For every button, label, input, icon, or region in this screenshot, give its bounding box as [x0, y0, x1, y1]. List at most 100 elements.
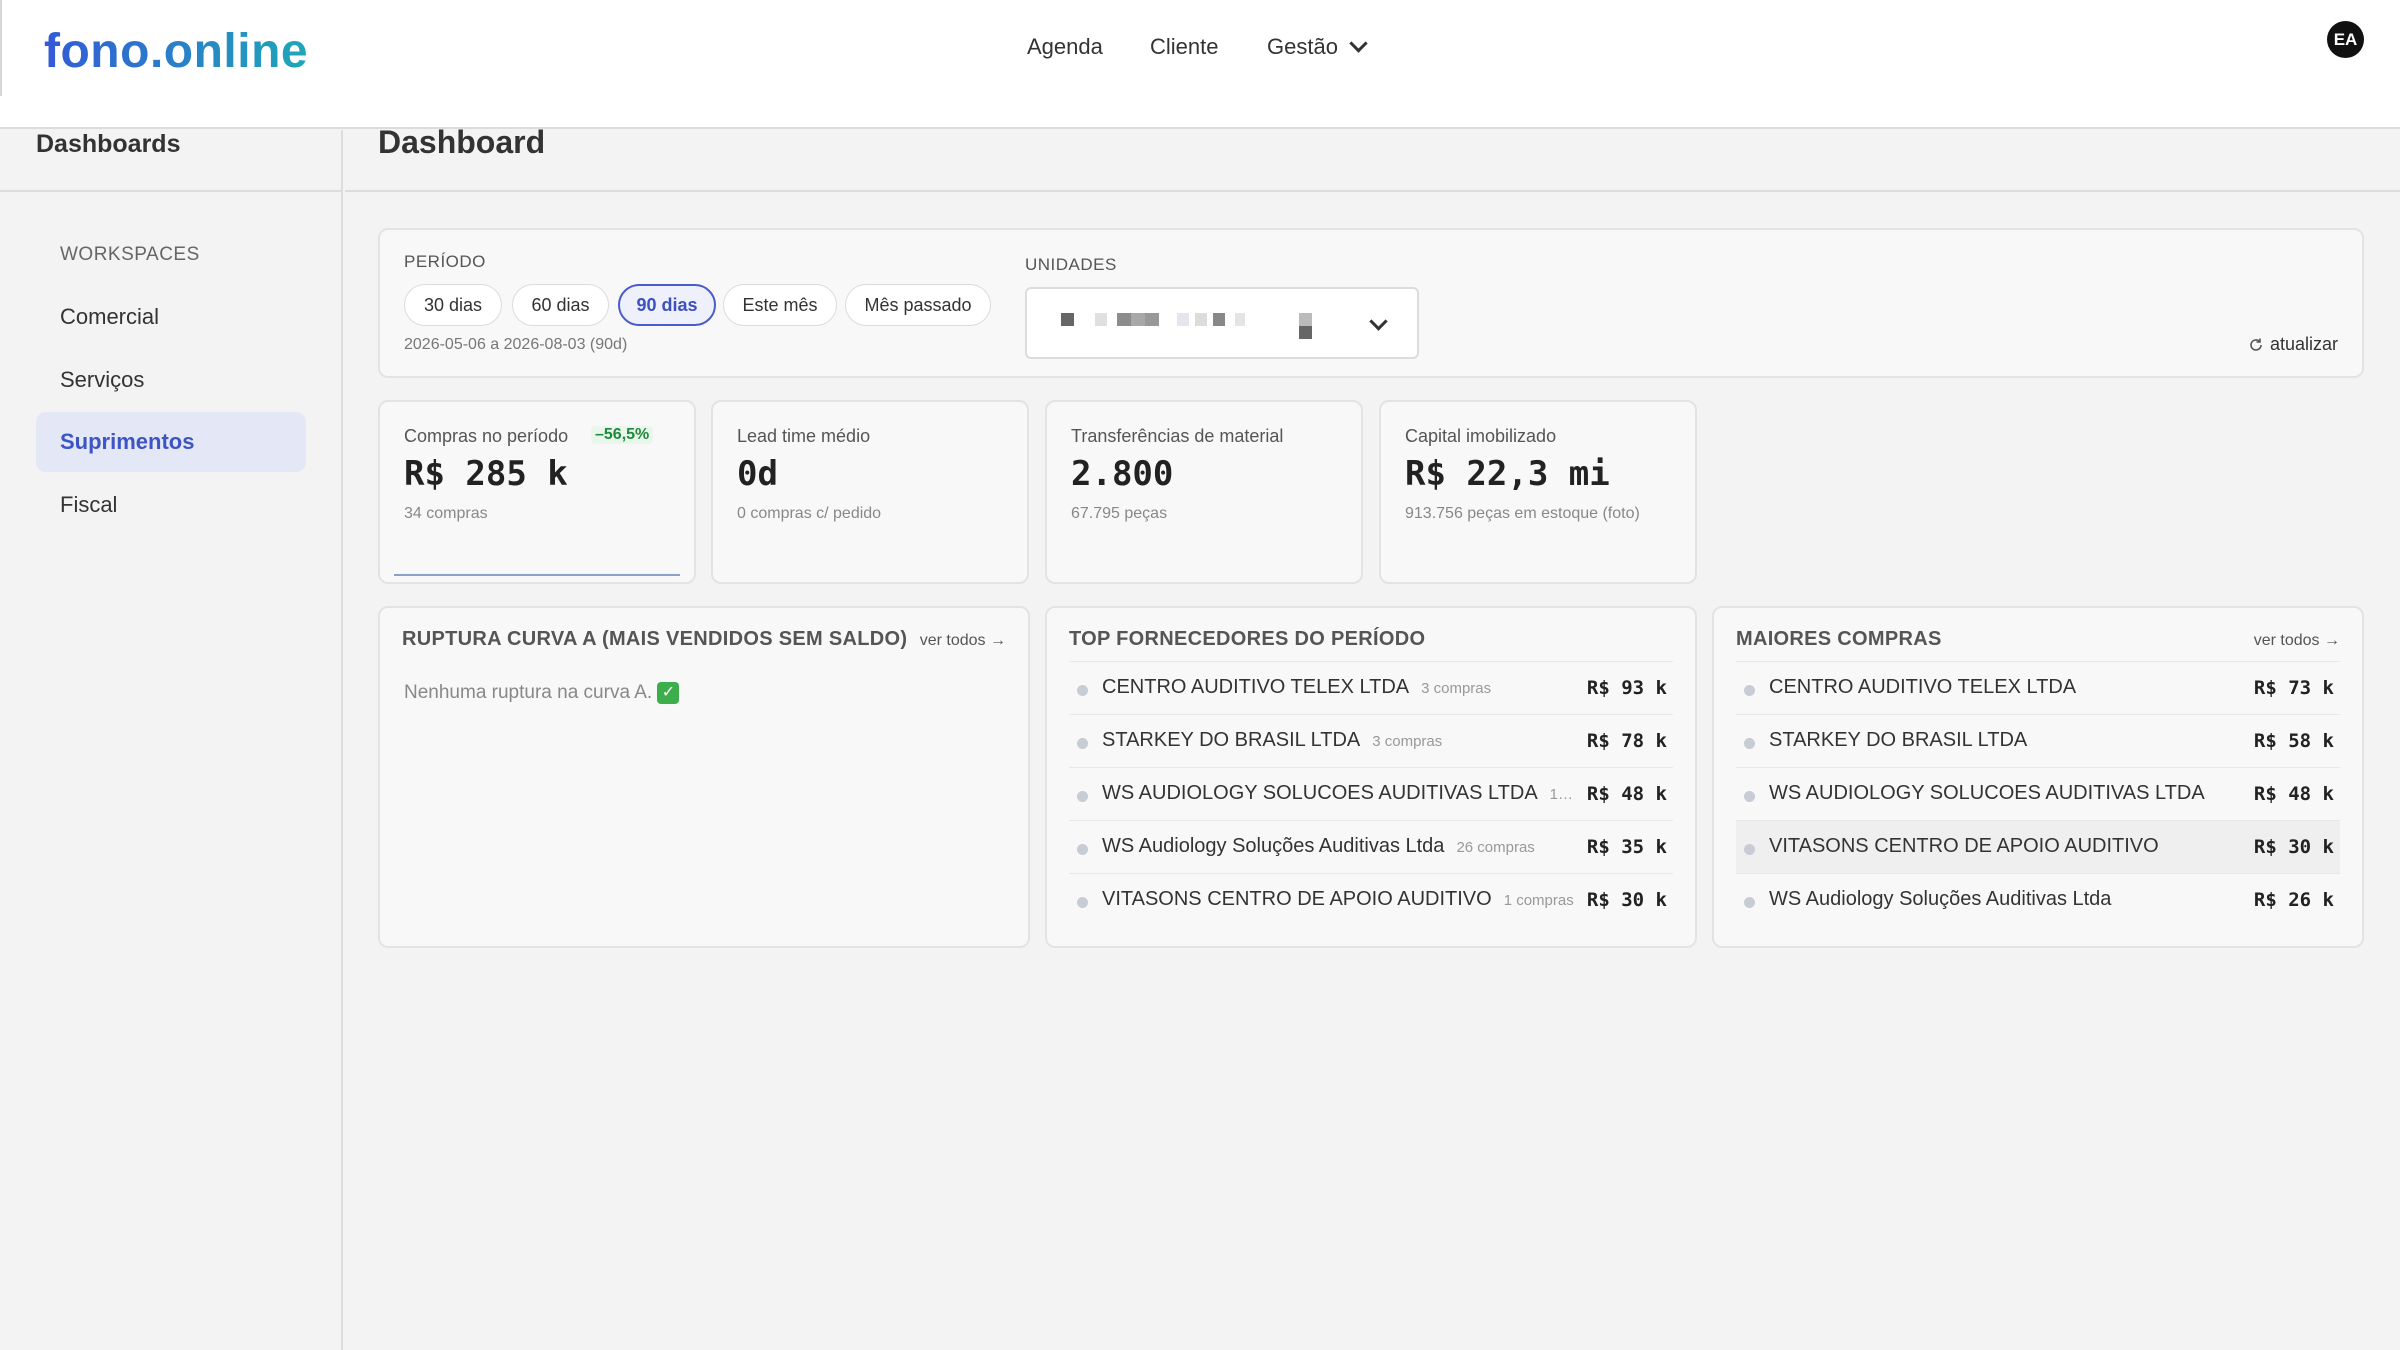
- top-fornecedores-title: TOP FORNECEDORES DO PERÍODO: [1069, 628, 1426, 650]
- supplier-meta: 3 compras: [1421, 680, 1492, 697]
- kpi-value: R$ 285 k: [404, 454, 568, 494]
- period-60-button[interactable]: 60 dias: [512, 284, 609, 326]
- purchase-amount: R$ 73 k: [2253, 677, 2334, 699]
- kpi-value: 2.800: [1071, 454, 1174, 494]
- list-item[interactable]: VITASONS CENTRO DE APOIO AUDITIVO R$ 30 …: [1736, 820, 2340, 873]
- sidebar-item-comercial[interactable]: Comercial: [36, 287, 306, 347]
- purchase-name: VITASONS CENTRO DE APOIO AUDITIVO: [1769, 835, 2159, 857]
- period-90-button[interactable]: 90 dias: [618, 284, 716, 326]
- sparkline: [394, 574, 680, 576]
- bullet-icon: [1077, 844, 1088, 855]
- kpi-label: Lead time médio: [737, 426, 871, 446]
- page-title: Dashboard: [378, 124, 546, 160]
- units-label: UNIDADES: [1025, 255, 1117, 274]
- bullet-icon: [1077, 685, 1088, 696]
- list-item[interactable]: CENTRO AUDITIVO TELEX LTDA R$ 73 k: [1736, 661, 2340, 714]
- ruptura-title: RUPTURA CURVA A (MAIS VENDIDOS SEM SALDO…: [402, 628, 908, 650]
- chevron-down-icon: [1349, 33, 1368, 53]
- bullet-icon: [1077, 897, 1088, 908]
- empty-message-text: Nenhuma ruptura na curva A.: [404, 682, 653, 704]
- list-item[interactable]: VITASONS CENTRO DE APOIO AUDITIVO 1 compr…: [1069, 873, 1673, 926]
- supplier-meta: 26 compras: [1456, 839, 1535, 856]
- header-divider: [0, 0, 2, 96]
- maiores-compras-ver-todos-link[interactable]: ver todos →: [2254, 632, 2340, 650]
- workspaces-label: WORKSPACES: [60, 244, 200, 265]
- maiores-compras-panel: MAIORES COMPRAS ver todos → CENTRO AUDIT…: [1712, 606, 2364, 948]
- supplier-name: VITASONS CENTRO DE APOIO AUDITIVO 1 compr…: [1102, 888, 1574, 910]
- bullet-icon: [1744, 897, 1755, 908]
- sidebar: Dashboards WORKSPACES Comercial Serviços…: [0, 130, 343, 1350]
- nav-cliente[interactable]: Cliente: [1150, 34, 1218, 60]
- supplier-amount: R$ 30 k: [1586, 889, 1667, 911]
- purchase-name: STARKEY DO BRASIL LTDA: [1769, 729, 2028, 751]
- units-select[interactable]: [1025, 287, 1419, 359]
- period-30-button[interactable]: 30 dias: [404, 284, 502, 326]
- bullet-icon: [1744, 844, 1755, 855]
- bullet-icon: [1077, 738, 1088, 749]
- period-este-mes-button[interactable]: Este mês: [723, 284, 837, 326]
- bullet-icon: [1744, 791, 1755, 802]
- sidebar-item-fiscal[interactable]: Fiscal: [36, 475, 306, 535]
- list-item[interactable]: WS Audiology Soluções Auditivas Ltda R$ …: [1736, 873, 2340, 926]
- app-logo[interactable]: fono.online: [44, 24, 308, 79]
- list-item[interactable]: WS AUDIOLOGY SOLUCOES AUDITIVAS LTDA R$ …: [1736, 767, 2340, 820]
- refresh-icon: [2250, 338, 2262, 351]
- purchase-amount: R$ 48 k: [2253, 783, 2334, 805]
- kpi-transferencias-card[interactable]: Transferências de material 2.800 67.795 …: [1045, 400, 1363, 584]
- purchase-name: WS AUDIOLOGY SOLUCOES AUDITIVAS LTDA: [1769, 782, 2205, 804]
- kpi-value: 0d: [737, 454, 778, 494]
- chevron-down-icon: [1369, 312, 1388, 331]
- change-badge: –56,5%: [591, 426, 654, 444]
- supplier-name: WS Audiology Soluções Auditivas Ltda 26 c…: [1102, 835, 1535, 857]
- list-item[interactable]: CENTRO AUDITIVO TELEX LTDA 3 compras R$ 9…: [1069, 661, 1673, 714]
- purchase-name: CENTRO AUDITIVO TELEX LTDA: [1769, 676, 2077, 698]
- refresh-label: atualizar: [2269, 334, 2338, 354]
- list-item[interactable]: WS Audiology Soluções Auditivas Ltda 26 c…: [1069, 820, 1673, 873]
- kpi-sub: 67.795 peças: [1071, 505, 1168, 522]
- supplier-name: STARKEY DO BRASIL LTDA 3 compras: [1102, 729, 1443, 751]
- list-item[interactable]: WS AUDIOLOGY SOLUCOES AUDITIVAS LTDA 1… R…: [1069, 767, 1673, 820]
- list-item[interactable]: STARKEY DO BRASIL LTDA 3 compras R$ 78 k: [1069, 714, 1673, 767]
- supplier-amount: R$ 78 k: [1586, 730, 1667, 752]
- kpi-label: Compras no período: [404, 426, 569, 446]
- main-header: Dashboard: [345, 124, 2400, 192]
- kpi-compras-card[interactable]: Compras no período –56,5% R$ 285 k 34 co…: [378, 400, 696, 584]
- kpi-label: Capital imobilizado: [1405, 426, 1557, 446]
- supplier-meta: 1…: [1549, 786, 1574, 803]
- bullet-icon: [1744, 685, 1755, 696]
- top-bar: fono.online Agenda Cliente Gestão EA: [0, 0, 2400, 129]
- list-item[interactable]: STARKEY DO BRASIL LTDA R$ 58 k: [1736, 714, 2340, 767]
- date-range-text: 2026-05-06 a 2026-08-03 (90d): [404, 336, 628, 353]
- sidebar-item-servicos[interactable]: Serviços: [36, 350, 306, 410]
- ruptura-ver-todos-link[interactable]: ver todos →: [920, 632, 1006, 650]
- avatar[interactable]: EA: [2327, 21, 2364, 58]
- bullet-icon: [1077, 791, 1088, 802]
- sidebar-title-text: Dashboards: [36, 130, 181, 158]
- check-icon: ✓: [657, 682, 680, 704]
- kpi-sub: 34 compras: [404, 505, 488, 522]
- supplier-amount: R$ 48 k: [1586, 783, 1667, 805]
- filter-panel: PERÍODO 30 dias 60 dias 90 dias Este mês…: [378, 228, 2364, 378]
- kpi-sub: 0 compras c/ pedido: [737, 505, 882, 522]
- bullet-icon: [1744, 738, 1755, 749]
- supplier-amount: R$ 93 k: [1586, 677, 1667, 699]
- supplier-amount: R$ 35 k: [1586, 836, 1667, 858]
- kpi-value: R$ 22,3 mi: [1405, 454, 1610, 494]
- kpi-lead-time-card[interactable]: Lead time médio 0d 0 compras c/ pedido: [711, 400, 1029, 584]
- period-label: PERÍODO: [404, 252, 486, 271]
- nav-agenda[interactable]: Agenda: [1027, 34, 1103, 60]
- refresh-button[interactable]: atualizar: [2248, 334, 2338, 355]
- ruptura-panel: RUPTURA CURVA A (MAIS VENDIDOS SEM SALDO…: [378, 606, 1030, 948]
- kpi-label: Transferências de material: [1071, 426, 1284, 446]
- kpi-capital-card[interactable]: Capital imobilizado R$ 22,3 mi 913.756 p…: [1379, 400, 1697, 584]
- nav-gestao[interactable]: Gestão: [1267, 33, 1368, 60]
- empty-message: Nenhuma ruptura na curva A. ✓: [404, 682, 680, 704]
- supplier-meta: 1 compras: [1503, 892, 1574, 909]
- supplier-meta: 3 compras: [1372, 733, 1443, 750]
- period-mes-passado-button[interactable]: Mês passado: [845, 284, 991, 326]
- top-fornecedores-panel: TOP FORNECEDORES DO PERÍODO CENTRO AUDIT…: [1045, 606, 1697, 948]
- sidebar-item-suprimentos[interactable]: Suprimentos: [36, 412, 306, 472]
- purchase-amount: R$ 58 k: [2253, 730, 2334, 752]
- supplier-name: WS AUDIOLOGY SOLUCOES AUDITIVAS LTDA 1…: [1102, 782, 1574, 804]
- maiores-compras-title: MAIORES COMPRAS: [1736, 628, 1942, 650]
